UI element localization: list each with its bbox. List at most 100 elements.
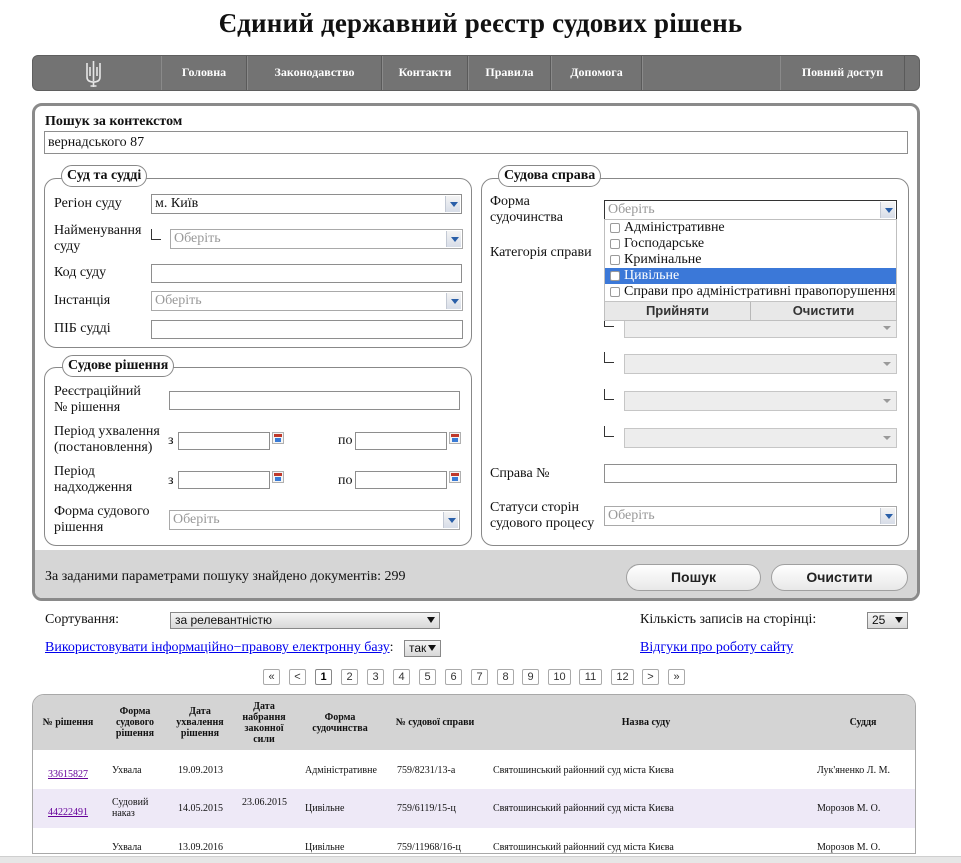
case-number-label: Справа № [490, 466, 550, 481]
dropdown-accept-button[interactable]: Прийняти [605, 302, 751, 320]
calendar-icon[interactable] [449, 471, 461, 483]
col-judge[interactable]: Суддя [823, 695, 903, 750]
pager-last[interactable]: » [668, 669, 685, 685]
legal-base-link[interactable]: Використовувати інформаційно−правову еле… [45, 640, 390, 655]
page-title: Єдиний державний реєстр судових рішень [218, 8, 743, 38]
nav-legislation[interactable]: Законодавство [247, 56, 382, 90]
proc-option-highlighted[interactable]: Цивільне [605, 268, 896, 284]
pager-page[interactable]: 10 [548, 669, 571, 685]
pager-page[interactable]: 11 [579, 669, 602, 685]
proc-option[interactable]: Адміністративне [605, 220, 896, 236]
checkbox[interactable] [610, 239, 620, 249]
court-name-cell: Святошинський районний суд міста Києва [493, 765, 674, 776]
pager-page[interactable]: 3 [367, 669, 384, 685]
dropdown-clear-button[interactable]: Очистити [751, 302, 896, 320]
checkbox[interactable] [610, 287, 620, 297]
decision-number-link[interactable]: 33615827 [48, 769, 88, 780]
receive-period-label-2: надходження [54, 480, 133, 495]
clear-button[interactable]: Очистити [771, 564, 908, 591]
checkbox[interactable] [610, 271, 620, 281]
nav-home[interactable]: Головна [161, 56, 247, 90]
court-name-placeholder: Оберіть [174, 231, 221, 246]
pager-page[interactable]: 9 [522, 669, 539, 685]
receive-to-input[interactable] [355, 471, 447, 489]
pager-page[interactable]: 6 [445, 669, 462, 685]
receive-from-input[interactable] [178, 471, 270, 489]
calendar-icon[interactable] [449, 432, 461, 444]
adopt-from-label: з [168, 433, 174, 448]
col-decision-number[interactable]: № рішення [33, 695, 103, 750]
context-search-label: Пошук за контекстом [45, 114, 183, 129]
party-status-select[interactable]: Оберіть [604, 506, 897, 526]
category-select-3[interactable] [624, 391, 897, 411]
table-row: 33615827 Ухвала 19.09.2013 Адміністратив… [33, 750, 915, 789]
judge-cell: Лук'яненко Л. М. [817, 765, 890, 776]
horizontal-scrollbar[interactable] [0, 856, 961, 863]
category-select-2[interactable] [624, 354, 897, 374]
court-code-input[interactable] [151, 264, 462, 283]
proc-option[interactable]: Господарське [605, 236, 896, 252]
pager-page[interactable]: 2 [341, 669, 358, 685]
proc-form-placeholder: Оберіть [608, 202, 655, 217]
col-decision-form[interactable]: Форма судового рішення [105, 695, 165, 750]
reg-number-input[interactable] [169, 391, 460, 410]
nav-full-access[interactable]: Повний доступ [780, 56, 905, 90]
search-button[interactable]: Пошук [626, 564, 761, 591]
context-search-input[interactable]: вернадського 87 [44, 131, 908, 154]
judge-cell: Морозов М. О. [817, 842, 881, 853]
legal-base-select[interactable]: так [404, 640, 441, 657]
pager-page[interactable]: 5 [419, 669, 436, 685]
case-number-input[interactable] [604, 464, 897, 483]
pager-page[interactable]: 12 [611, 669, 634, 685]
proc-option-label: Справи про адміністративні правопорушенн… [624, 284, 896, 299]
checkbox[interactable] [610, 255, 620, 265]
court-name-label-1: Найменування [54, 223, 142, 238]
col-court-name[interactable]: Назва суду [546, 695, 746, 750]
per-page-select[interactable]: 25 [867, 612, 908, 629]
court-region-select[interactable]: м. Київ [151, 194, 462, 214]
adopt-to-input[interactable] [355, 432, 447, 450]
trident-icon [86, 61, 101, 87]
category-select-4[interactable] [624, 428, 897, 448]
proc-option[interactable]: Кримінальне [605, 252, 896, 268]
pager-first[interactable]: « [263, 669, 280, 685]
chevron-down-icon [880, 320, 895, 336]
instance-label: Інстанція [54, 293, 111, 308]
tree-connector-icon [151, 229, 161, 240]
calendar-icon[interactable] [272, 471, 284, 483]
adopt-from-input[interactable] [178, 432, 270, 450]
results-table: № рішення Форма судового рішення Дата ух… [32, 694, 916, 854]
tree-connector-icon [604, 426, 614, 437]
nav-contacts[interactable]: Контакти [382, 56, 468, 90]
decision-form-cell: Ухвала [112, 765, 142, 776]
feedback-link[interactable]: Відгуки про роботу сайту [640, 640, 793, 655]
case-number-cell: 759/8231/13-а [397, 765, 456, 776]
pager-next[interactable]: > [642, 669, 659, 685]
chevron-down-icon [880, 202, 895, 218]
judge-input[interactable] [151, 320, 463, 339]
pager-page[interactable]: 8 [497, 669, 514, 685]
sort-select[interactable]: за релевантністю [170, 612, 440, 629]
proc-option-label: Цивільне [624, 268, 680, 283]
checkbox[interactable] [610, 223, 620, 233]
chevron-down-icon [445, 196, 460, 212]
col-case-number[interactable]: № судової справи [389, 695, 481, 750]
pager-prev[interactable]: < [289, 669, 306, 685]
instance-select[interactable]: Оберіть [151, 291, 463, 311]
col-legal-force-date[interactable]: Дата набрання законної сили [234, 695, 294, 750]
decision-form-select[interactable]: Оберіть [169, 510, 460, 530]
nav-rules[interactable]: Правила [468, 56, 551, 90]
col-adopt-date[interactable]: Дата ухвалення рішення [170, 695, 230, 750]
proc-option[interactable]: Справи про адміністративні правопорушенн… [605, 284, 896, 300]
court-name-select[interactable]: Оберіть [170, 229, 463, 249]
calendar-icon[interactable] [272, 432, 284, 444]
proc-form-label-2: судочинства [490, 210, 563, 225]
category-select-1[interactable] [624, 318, 897, 338]
pager-page[interactable]: 4 [393, 669, 410, 685]
col-proc-form[interactable]: Форма судочинства [305, 695, 375, 750]
nav-help[interactable]: Допомога [551, 56, 642, 90]
pager-page[interactable]: 7 [471, 669, 488, 685]
proc-form-select[interactable]: Оберіть [604, 200, 897, 220]
pager-page-current[interactable]: 1 [315, 669, 332, 685]
decision-number-link[interactable]: 44222491 [48, 807, 88, 818]
